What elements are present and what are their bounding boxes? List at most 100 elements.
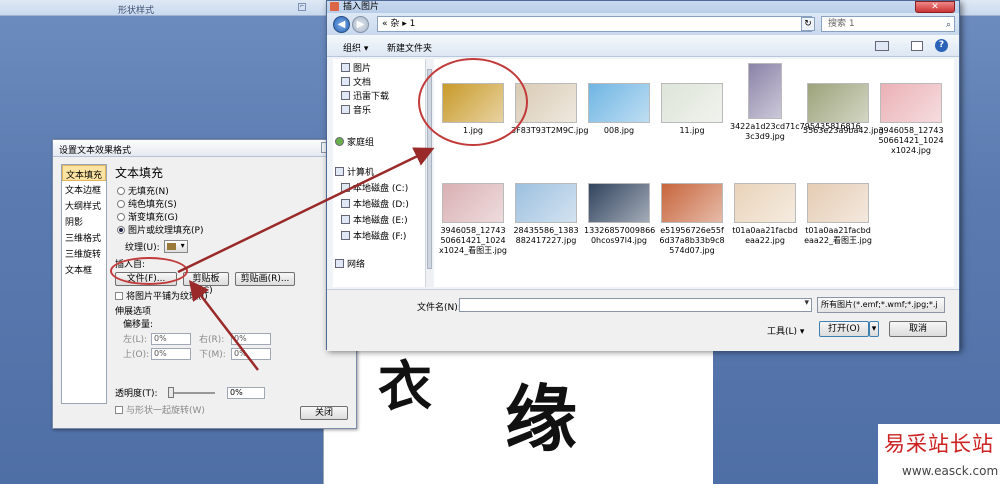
- file-item[interactable]: e51956726e55f 6d37a8b33b9c8 574d07.jpg: [657, 163, 727, 256]
- clipboard-button[interactable]: 剪贴板(C): [183, 272, 229, 296]
- close-dialog-button[interactable]: 关闭: [300, 406, 348, 420]
- new-folder-button[interactable]: 新建文件夹: [387, 41, 432, 54]
- radio-picture-fill[interactable]: 图片或纹理填充(P): [117, 223, 351, 236]
- texture-swatch-icon: [166, 243, 176, 250]
- file-thumbnail-image: [661, 183, 723, 223]
- file-thumbnail-image: [588, 183, 650, 223]
- sidebar-item-network[interactable]: 网络: [335, 257, 366, 270]
- nav-item-outline-style[interactable]: 大纲样式: [62, 197, 106, 213]
- dialog-titlebar: 设置文本效果格式 ? ×: [53, 140, 356, 157]
- texture-dropdown[interactable]: ▾: [163, 240, 188, 253]
- drive-icon: [341, 230, 350, 240]
- file-name-label: 5563e23a9ba42.jpg: [803, 126, 884, 135]
- file-item[interactable]: 3946058_12743 50661421_1024 x1024_看图王.jp…: [438, 163, 508, 256]
- file-item[interactable]: 13326857009866 0hcos97l4.jpg: [584, 163, 655, 246]
- radio-solid-fill[interactable]: 纯色填充(S): [117, 197, 351, 210]
- bottom-offset-input[interactable]: 0%: [231, 347, 271, 360]
- sidebar-item-label: 迅雷下载: [353, 91, 390, 102]
- help-icon[interactable]: ?: [935, 39, 948, 52]
- sidebar-item-drive-c[interactable]: 本地磁盘 (C:): [341, 181, 409, 194]
- cancel-button[interactable]: 取消: [889, 321, 947, 337]
- sidebar-item-homegroup[interactable]: 家庭组: [335, 135, 375, 148]
- back-arrow-icon[interactable]: ◀: [333, 16, 350, 33]
- slider-thumb-icon[interactable]: [168, 386, 174, 398]
- nav-item-text-outline[interactable]: 文本边框: [62, 181, 106, 197]
- refresh-icon[interactable]: ↻: [801, 17, 815, 31]
- rotate-checkbox[interactable]: [115, 405, 123, 414]
- transparency-input[interactable]: 0%: [227, 386, 265, 399]
- open-dropdown-icon[interactable]: ▾: [869, 321, 879, 337]
- stretch-options-label: 伸展选项: [115, 307, 152, 317]
- filename-input[interactable]: [459, 298, 812, 312]
- sidebar-item-label: 本地磁盘 (C:): [353, 183, 409, 194]
- nav-item-text-fill[interactable]: 文本填充: [62, 165, 106, 181]
- top-offset-input[interactable]: 0%: [151, 347, 191, 360]
- forward-arrow-icon[interactable]: ▶: [352, 16, 369, 33]
- address-path[interactable]: « 杂 ▸ 1: [377, 16, 812, 32]
- radio-icon: [117, 186, 125, 195]
- file-item[interactable]: t01a0aa21facbd eaa22_看图王.jpg: [803, 163, 873, 246]
- dialog-launcher-icon[interactable]: ⌐: [298, 3, 306, 11]
- sidebar-item-drive-f[interactable]: 本地磁盘 (F:): [341, 229, 407, 242]
- bottom-offset-label: 下(M):: [199, 350, 226, 360]
- sidebar-item-label: 网络: [347, 259, 366, 270]
- sidebar-item-documents[interactable]: 文档: [341, 75, 371, 88]
- nav-item-3d-rotation[interactable]: 三维旋转: [62, 245, 106, 261]
- radio-icon: [117, 212, 125, 221]
- file-item[interactable]: 28435586_1383 882417227.jpg: [511, 163, 581, 246]
- file-name-label: 11.jpg: [679, 126, 705, 135]
- radio-no-fill[interactable]: 无填充(N): [117, 184, 351, 197]
- drive-icon: [341, 182, 350, 192]
- nav-item-3d-format[interactable]: 三维格式: [62, 229, 106, 245]
- file-thumbnail-image: [661, 83, 723, 123]
- tile-checkbox[interactable]: [115, 291, 123, 300]
- nav-item-text-box[interactable]: 文本框: [62, 261, 106, 277]
- sidebar-item-drive-d[interactable]: 本地磁盘 (D:): [341, 197, 409, 210]
- clipart-button[interactable]: 剪贴画(R)...: [235, 272, 295, 286]
- sidebar-item-label: 本地磁盘 (F:): [353, 231, 407, 242]
- app-icon: [330, 2, 339, 11]
- filetype-select[interactable]: 所有图片(*.emf;*.wmf;*.jpg;*.j: [817, 297, 945, 313]
- insert-picture-dialog: 插入图片 ✕ ◀ ▶ « 杂 ▸ 1 ↻ 搜索 1 ⌕ 组织 ▾ 新建文件夹 ?…: [326, 0, 960, 351]
- file-item[interactable]: 11.jpg: [657, 63, 727, 136]
- file-item[interactable]: 008.jpg: [584, 63, 654, 136]
- sidebar-item-pictures[interactable]: 图片: [341, 61, 372, 74]
- file-name-label: 3946058_12743 50661421_1024 x1024.jpg: [878, 126, 944, 155]
- top-offset-label: 上(O):: [123, 350, 150, 360]
- music-icon: [341, 104, 350, 114]
- file-item[interactable]: 5563e23a9ba42.jpg: [803, 63, 884, 136]
- sidebar-item-computer[interactable]: 计算机: [335, 165, 374, 178]
- search-input[interactable]: 搜索 1 ⌕: [821, 16, 955, 32]
- preview-pane-icon[interactable]: [911, 41, 923, 51]
- nav-item-shadow[interactable]: 阴影: [62, 213, 106, 229]
- text-fill-panel: 文本填充 无填充(N) 纯色填充(S) 渐变填充(G) 图片或纹理填充(P) 纹…: [115, 164, 351, 416]
- radio-gradient-fill[interactable]: 渐变填充(G): [117, 210, 351, 223]
- file-name-label: 008.jpg: [603, 126, 635, 135]
- sidebar-item-drive-e[interactable]: 本地磁盘 (E:): [341, 213, 408, 226]
- transparency-slider[interactable]: [168, 386, 215, 398]
- network-icon: [335, 258, 344, 268]
- sidebar-item-label: 家庭组: [347, 137, 375, 148]
- file-item[interactable]: 3946058_12743 50661421_1024 x1024.jpg: [876, 63, 946, 156]
- sidebar-item-downloads[interactable]: 迅雷下载: [341, 89, 390, 102]
- sidebar-item-music[interactable]: 音乐: [341, 103, 372, 116]
- organize-button[interactable]: 组织 ▾: [343, 41, 368, 54]
- file-thumbnail-image: [588, 83, 650, 123]
- file-name-label: 3F83T93T2M9C.jpg: [511, 126, 589, 135]
- right-offset-input[interactable]: 0%: [231, 332, 271, 345]
- file-name-label: 3946058_12743 50661421_1024 x1024_看图王.jp…: [438, 226, 507, 255]
- sidebar-item-label: 图片: [353, 63, 372, 74]
- sidebar-item-label: 音乐: [353, 105, 372, 116]
- toolbar: 组织 ▾ 新建文件夹 ?: [327, 35, 959, 57]
- file-item[interactable]: 3422a1d23cd71c795435816816 3c3d9.jpg: [730, 63, 861, 142]
- view-options-icon[interactable]: [875, 41, 889, 51]
- texture-label: 纹理(U):: [125, 243, 160, 253]
- dialog-titlebar: 插入图片 ✕: [327, 1, 959, 13]
- open-button[interactable]: 打开(O): [819, 321, 869, 337]
- file-item[interactable]: t01a0aa21facbd eaa22.jpg: [730, 163, 800, 246]
- file-thumbnail-image: [734, 183, 796, 223]
- left-offset-input[interactable]: 0%: [151, 332, 191, 345]
- watermark-title: 易采站长站: [884, 432, 994, 456]
- tools-button[interactable]: 工具(L) ▾: [767, 324, 804, 337]
- close-button[interactable]: ✕: [915, 1, 955, 13]
